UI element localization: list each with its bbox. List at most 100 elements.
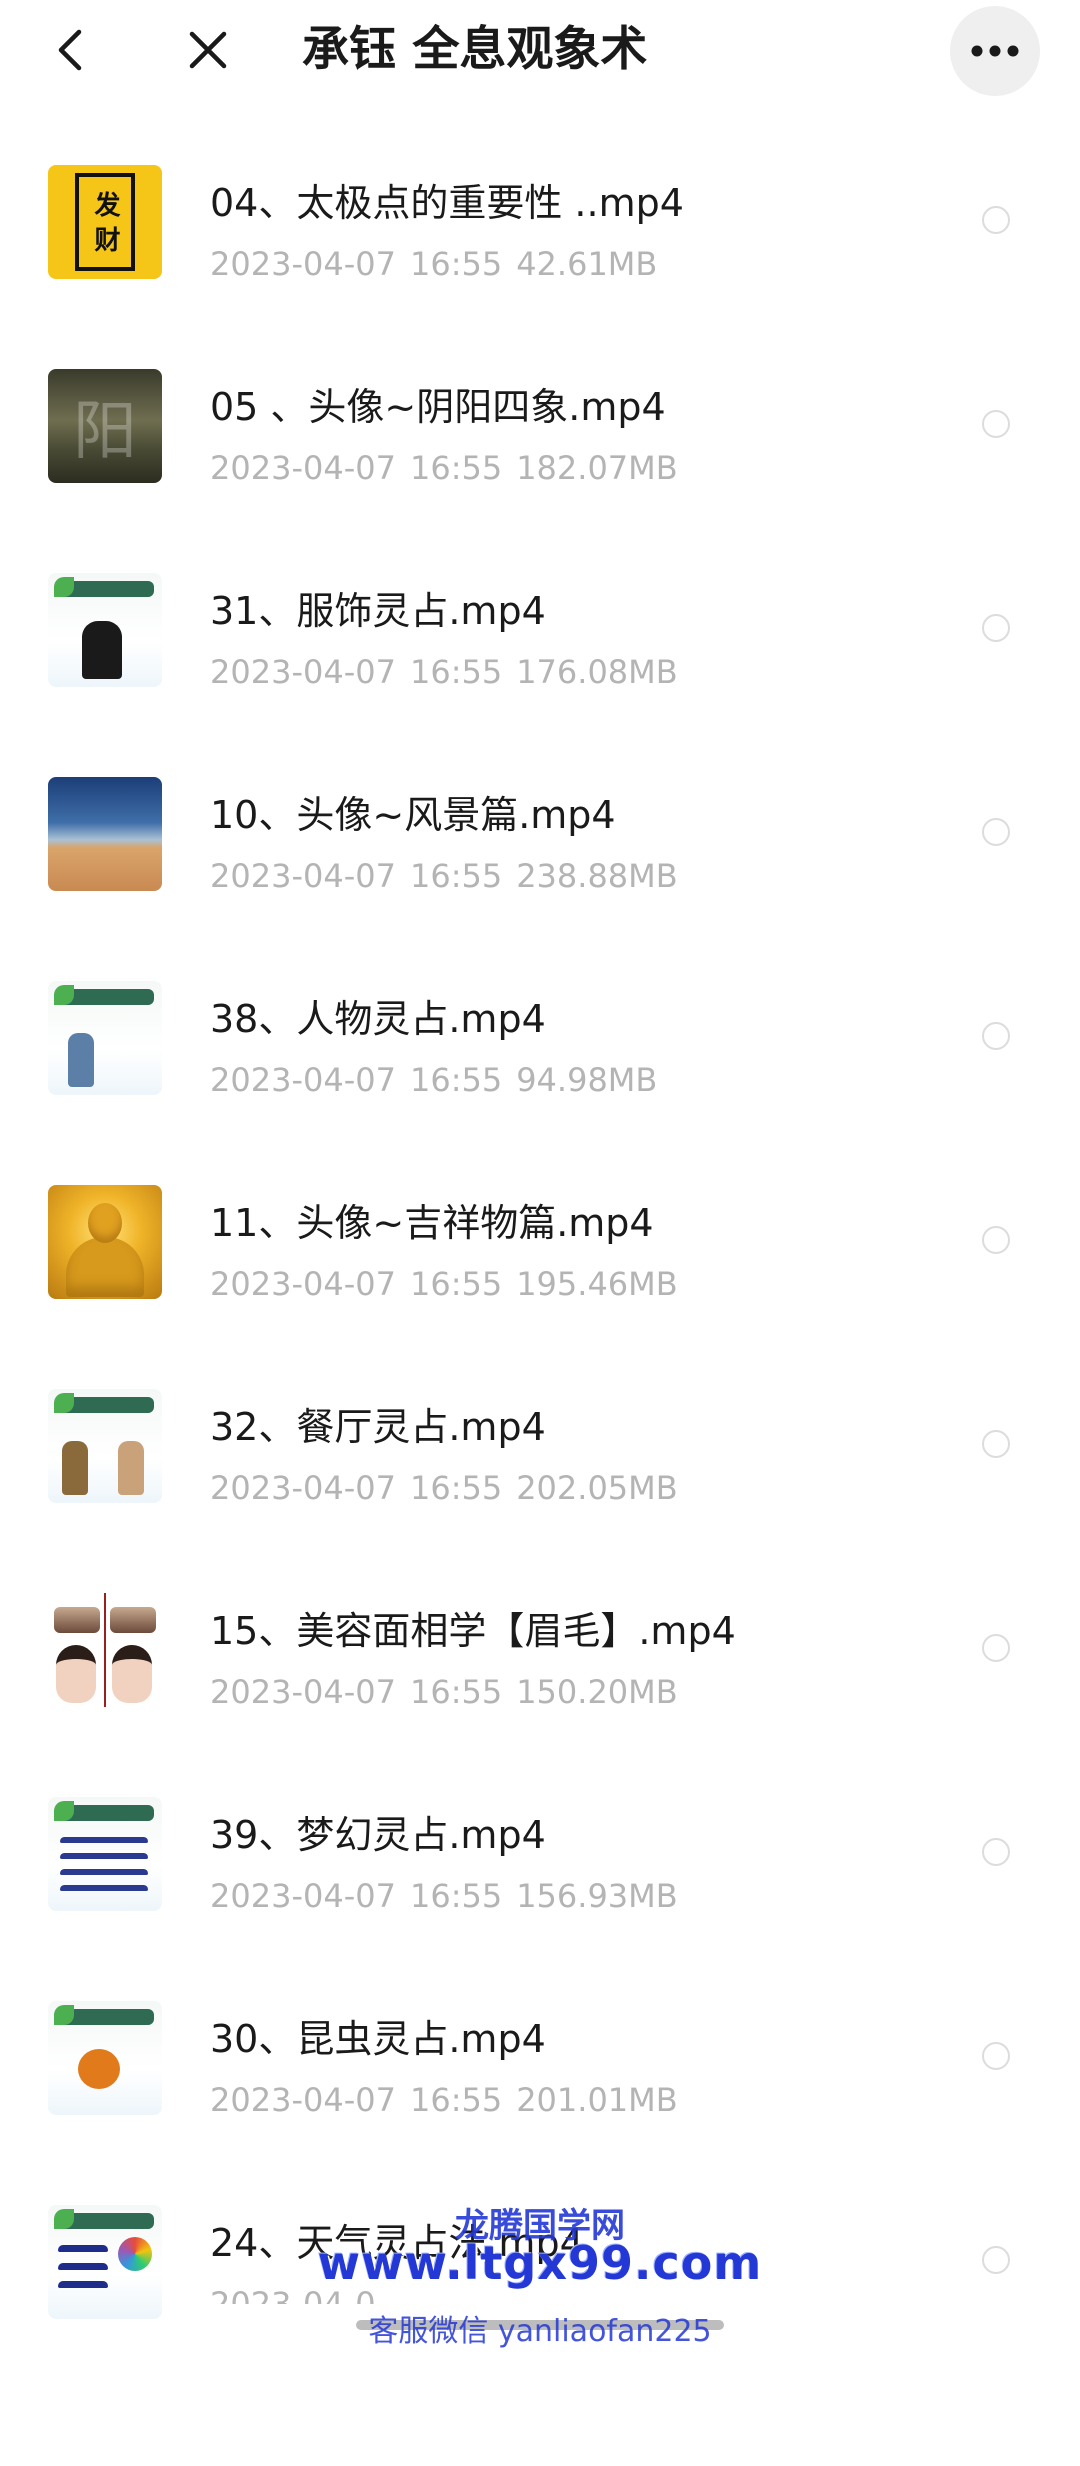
close-button[interactable] [176,10,240,90]
thumbnail-figure [68,1033,94,1087]
buddha-figure [66,1237,144,1297]
eyebrow-image [54,1607,100,1633]
file-name: 04、太极点的重要性 ..mp4 [210,181,684,225]
thumbnail-text-lines [60,1885,148,1891]
select-radio[interactable] [982,818,1010,846]
file-meta: 2023-04-07 16:55 176.08MB [210,652,678,692]
file-date: 2023-04-07 [210,857,396,895]
select-radio[interactable] [982,2042,1010,2070]
file-date: 2023-04-07 [210,245,396,283]
close-icon [189,31,227,69]
back-button[interactable] [40,10,100,90]
thumbnail-figure [82,621,122,679]
file-list: 发 财 04、太极点的重要性 ..mp4 2023-04-07 16:55 42.6… [0,0,1080,2369]
file-meta: 2023-04-07 16:55 42.61MB [210,244,657,284]
thumbnail-text-lines [60,1853,148,1859]
more-options-button[interactable] [950,6,1040,96]
file-name: 31、服饰灵占.mp4 [210,589,546,633]
select-radio[interactable] [982,1022,1010,1050]
file-date: 2023-04-07 [210,1877,396,1915]
file-meta: 2023-04-07 16:55 150.20MB [210,1672,678,1712]
file-thumbnail: 发 财 [48,165,162,279]
file-time: 16:55 [409,1265,503,1303]
chevron-left-icon [58,29,82,71]
file-size: 201.01MB [516,2081,678,2119]
select-radio[interactable] [982,1838,1010,1866]
file-size: 150.20MB [516,1673,678,1711]
file-row[interactable]: 24、天气灵占法.mp4 2023-04-0 [0,2205,1080,2466]
file-thumbnail [48,573,162,687]
file-thumbnail [48,2001,162,2115]
buddha-head [88,1203,122,1243]
file-time: 16:55 [409,245,503,283]
leaf-logo-icon [54,1801,74,1821]
file-meta: 2023-04-07 16:55 156.93MB [210,1876,678,1916]
select-radio[interactable] [982,410,1010,438]
file-time: 16:55 [409,1469,503,1507]
thumbnail-figure [118,1441,144,1495]
file-thumbnail [48,1389,162,1503]
select-radio[interactable] [982,1634,1010,1662]
select-radio[interactable] [982,1226,1010,1254]
thumbnail-divider [104,1593,106,1707]
file-size: 238.88MB [516,857,678,895]
leaf-logo-icon [54,2005,74,2025]
thumbnail-overlay-text: 阳 [73,395,137,469]
file-date: 2023-04-07 [210,1469,396,1507]
file-meta: 2023-04-07 16:55 182.07MB [210,448,678,488]
file-thumbnail [48,1797,162,1911]
leaf-logo-icon [54,1393,74,1413]
leaf-logo-icon [54,577,74,597]
file-time: 16:55 [409,1673,503,1711]
file-time: 16:55 [409,449,503,487]
thumbnail-poster-text: 发 财 [75,173,135,271]
file-meta: 2023-04-07 16:55 195.46MB [210,1264,678,1304]
eyebrow-image [110,1607,156,1633]
thumbnail-text-lines [60,1837,148,1843]
file-date: 2023-04-07 [210,2081,396,2119]
file-size: 176.08MB [516,653,678,691]
file-name: 10、头像~风景篇.mp4 [210,793,616,837]
select-radio[interactable] [982,614,1010,642]
file-thumbnail: 阳 [48,369,162,483]
thumbnail-text-lines [60,1869,148,1875]
face-image [112,1645,152,1703]
file-name: 15、美容面相学【眉毛】.mp4 [210,1609,736,1653]
file-size: 182.07MB [516,449,678,487]
watermark-contact: 客服微信 yanliaofan225 [368,2314,712,2349]
file-date: 2023-04-07 [210,449,396,487]
file-name: 30、昆虫灵占.mp4 [210,2017,546,2061]
more-horizontal-icon [971,45,1019,57]
file-date: 2023-04-07 [210,1673,396,1711]
watermark-url: www.ltgx99.com [317,2236,763,2290]
insect-image [78,2049,120,2089]
file-meta: 2023-04-07 16:55 202.05MB [210,1468,678,1508]
file-name: 05 、头像~阴阳四象.mp4 [210,385,666,429]
file-size: 156.93MB [516,1877,678,1915]
face-image [56,1645,96,1703]
file-meta: 2023-04-07 16:55 201.01MB [210,2080,678,2120]
file-date: 2023-04-07 [210,653,396,691]
file-name: 39、梦幻灵占.mp4 [210,1813,546,1857]
file-date: 2023-04-07 [210,1061,396,1099]
file-time: 16:55 [409,2081,503,2119]
file-meta: 2023-04-07 16:55 238.88MB [210,856,678,896]
page-title: 承钰 全息观象术 [302,22,648,77]
top-bar: 承钰 全息观象术 [0,0,1080,100]
file-size: 195.46MB [516,1265,678,1303]
file-thumbnail [48,1185,162,1299]
file-size: 94.98MB [516,1061,658,1099]
file-date: 2023-04-07 [210,1265,396,1303]
file-size: 42.61MB [516,245,658,283]
file-name: 38、人物灵占.mp4 [210,997,546,1041]
leaf-logo-icon [54,985,74,1005]
select-radio[interactable] [982,206,1010,234]
file-size: 202.05MB [516,1469,678,1507]
select-radio[interactable] [982,1430,1010,1458]
file-time: 16:55 [409,1877,503,1915]
file-name: 32、餐厅灵占.mp4 [210,1405,546,1449]
file-thumbnail [48,777,162,891]
file-time: 16:55 [409,1061,503,1099]
file-name: 11、头像~吉祥物篇.mp4 [210,1201,654,1245]
thumbnail-figure [62,1441,88,1495]
